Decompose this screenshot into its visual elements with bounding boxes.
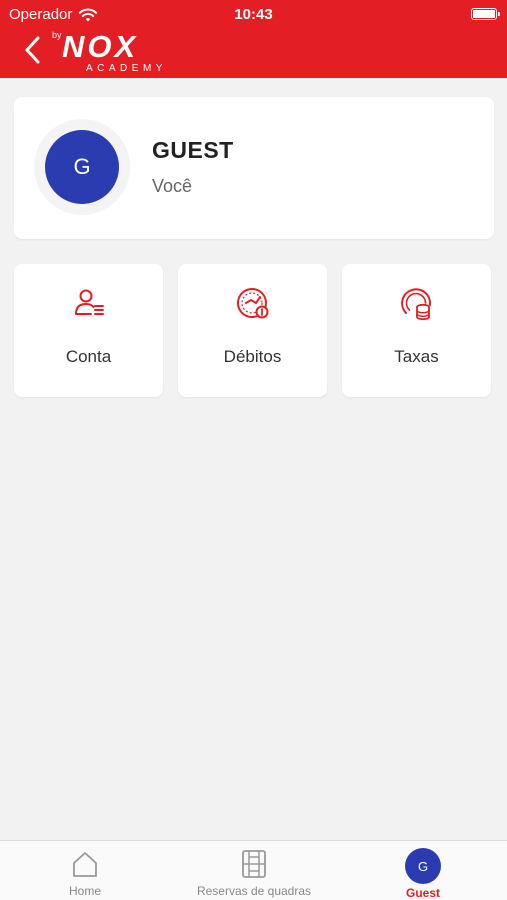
status-time: 10:43 bbox=[234, 6, 273, 23]
tab-home[interactable]: Home bbox=[44, 841, 126, 900]
app-header: Operador 10:43 by NOX ACADEMY bbox=[0, 0, 507, 78]
tile-label: Conta bbox=[65, 347, 112, 366]
court-icon bbox=[242, 850, 266, 878]
profile-subtitle: Você bbox=[152, 176, 193, 196]
account-icon bbox=[74, 289, 104, 315]
logo-by: by bbox=[52, 30, 62, 40]
tile-taxas[interactable]: Taxas bbox=[342, 264, 491, 397]
home-icon bbox=[73, 852, 97, 877]
tab-guest[interactable]: G Guest bbox=[387, 841, 459, 900]
profile-name: GUEST bbox=[152, 137, 234, 163]
tab-reservas[interactable]: Reservas de quadras bbox=[184, 841, 324, 900]
tab-avatar: G bbox=[405, 848, 441, 884]
debits-icon bbox=[236, 288, 268, 319]
tab-label: Reservas de quadras bbox=[196, 884, 312, 898]
battery-icon bbox=[471, 8, 500, 20]
brand-logo: by NOX ACADEMY bbox=[52, 30, 192, 76]
tile-debitos[interactable]: Débitos bbox=[178, 264, 327, 397]
tile-label: Débitos bbox=[223, 347, 282, 366]
profile-card: G GUEST Você bbox=[14, 97, 494, 239]
tab-label: Guest bbox=[405, 886, 440, 900]
avatar: G bbox=[45, 130, 119, 204]
logo-subtitle: ACADEMY bbox=[86, 63, 167, 74]
status-bar: Operador 10:43 bbox=[0, 0, 507, 28]
bottom-tab-bar: Home Reservas de quadras G Guest bbox=[0, 840, 507, 900]
back-button[interactable] bbox=[18, 34, 46, 66]
logo-brand: NOX bbox=[62, 29, 139, 64]
tab-label: Home bbox=[68, 884, 101, 898]
fees-icon bbox=[400, 288, 431, 321]
tile-conta[interactable]: Conta bbox=[14, 264, 163, 397]
tile-label: Taxas bbox=[394, 347, 439, 366]
chevron-left-icon bbox=[25, 36, 40, 64]
avatar-ring: G bbox=[34, 119, 130, 215]
